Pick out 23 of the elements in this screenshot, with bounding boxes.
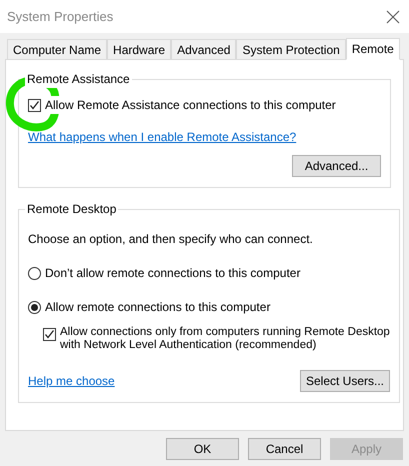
radio-label: Allow remote connections to this computer: [45, 299, 270, 316]
window-title: System Properties: [7, 8, 114, 26]
tab[interactable]: Computer Name: [7, 39, 108, 59]
radio-button[interactable]: [28, 300, 41, 314]
help-link[interactable]: Help me choose: [28, 372, 115, 390]
checkbox-label: Allow connections only from computers running Remote Desktop with Network Level Authentication (recommended): [60, 326, 390, 352]
tab[interactable]: Remote: [346, 38, 400, 60]
close-icon[interactable]: [386, 10, 400, 24]
tab[interactable]: Hardware: [107, 39, 172, 59]
checkbox-label: Allow Remote Assistance connections to this computer: [45, 96, 336, 114]
tab[interactable]: System Protection: [236, 39, 346, 59]
checkbox[interactable]: [43, 328, 56, 341]
group-title: Remote Desktop: [26, 201, 118, 218]
tab[interactable]: Advanced: [171, 39, 236, 59]
help-link[interactable]: What happens when I enable Remote Assistance?: [28, 130, 296, 144]
dialog-button[interactable]: OK: [166, 438, 239, 460]
instruction-text: Choose an option, and then specify who can connect.: [28, 231, 314, 248]
advanced-button[interactable]: Advanced...: [292, 155, 381, 177]
dialog-button[interactable]: Cancel: [248, 438, 321, 460]
radio-button[interactable]: [28, 266, 41, 280]
checkbox[interactable]: [28, 98, 41, 112]
select-users-button[interactable]: Select Users...: [300, 370, 390, 392]
radio-label: Don’t allow remote connections to this computer: [45, 265, 300, 282]
